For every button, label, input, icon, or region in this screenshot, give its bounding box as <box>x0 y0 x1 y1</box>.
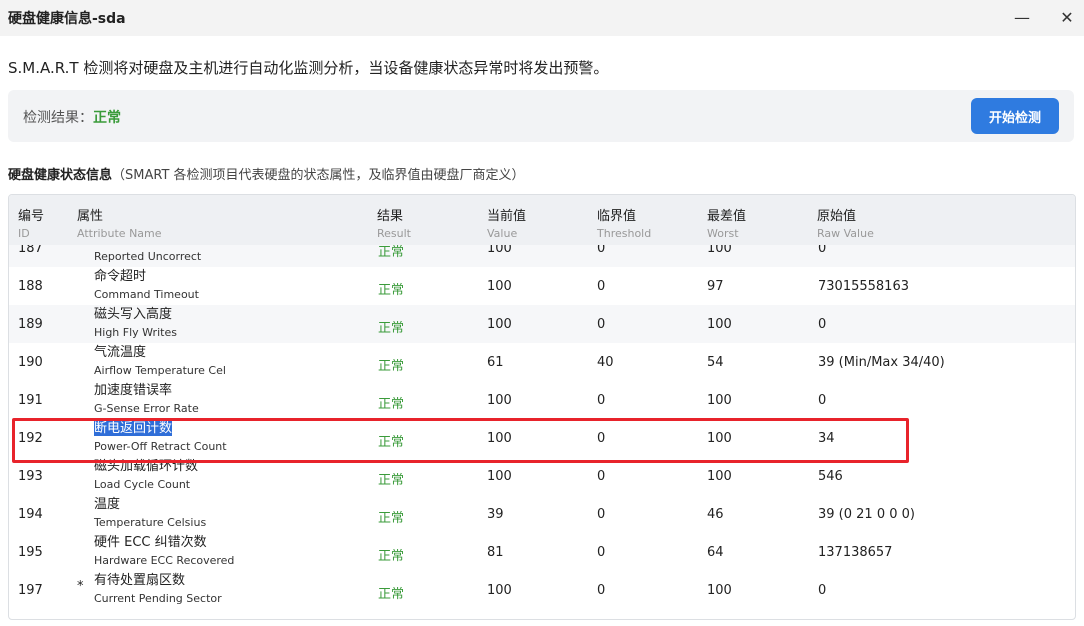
result-label: 检测结果：正常 <box>23 107 121 127</box>
row-worst: 100 <box>707 469 732 484</box>
row-result: 正常 <box>378 359 405 374</box>
col-header-worst[interactable]: 最差值 Worst <box>707 205 746 240</box>
row-id: 194 <box>18 507 43 522</box>
row-attribute: 硬件 ECC 纠错次数 Hardware ECC Recovered <box>94 535 235 567</box>
row-attribute: 断电返回计数 Power-Off Retract Count <box>94 421 227 453</box>
row-result: 正常 <box>378 397 405 412</box>
row-id: 190 <box>18 355 43 370</box>
result-label-text: 检测结果： <box>23 110 93 126</box>
table-row[interactable]: 191 加速度错误率 G-Sense Error Rate 正常 100 0 10… <box>9 381 1075 420</box>
table-row[interactable]: 190 气流温度 Airflow Temperature Cel 正常 61 40… <box>9 343 1075 382</box>
row-id: 197 <box>18 583 43 598</box>
row-result: 正常 <box>378 587 405 602</box>
table-row-selected[interactable]: 192 断电返回计数 Power-Off Retract Count 正常 100… <box>9 419 1075 458</box>
table-row[interactable]: 197 * 有待处置扇区数 Current Pending Sector 正常 1… <box>9 571 1075 609</box>
row-threshold: 0 <box>597 583 606 598</box>
row-threshold: 0 <box>597 545 606 560</box>
table-row[interactable]: 194 温度 Temperature Celsius 正常 39 0 46 39 … <box>9 495 1075 534</box>
row-worst: 100 <box>707 431 732 446</box>
row-value: 100 <box>487 583 512 598</box>
row-worst: 100 <box>707 583 732 598</box>
table-header: 编号 ID 属性 Attribute Name 结果 Result 当前值 Value … <box>9 195 1075 245</box>
row-attribute: 有待处置扇区数 Current Pending Sector <box>94 573 222 605</box>
row-raw-value: 73015558163 <box>818 279 909 294</box>
table-row[interactable]: 188 命令超时 Command Timeout 正常 100 0 97 7301… <box>9 267 1075 306</box>
row-attribute: 温度 Temperature Celsius <box>94 497 207 529</box>
close-icon[interactable]: ✕ <box>1053 4 1081 32</box>
row-worst: 100 <box>707 317 732 332</box>
row-result: 正常 <box>378 549 405 564</box>
section-heading: 硬盘健康状态信息 <box>8 168 113 183</box>
table-row[interactable]: 193 磁头加载循环计数 Load Cycle Count 正常 100 0 10… <box>9 457 1075 496</box>
start-check-button[interactable]: 开始检测 <box>971 98 1059 134</box>
row-value: 100 <box>487 279 512 294</box>
row-result: 正常 <box>378 321 405 336</box>
section-note: （SMART 各检测项目代表硬盘的状态属性，及临界值由硬盘厂商定义） <box>112 168 525 183</box>
row-attribute: 磁头写入高度 High Fly Writes <box>94 307 177 339</box>
minimize-icon[interactable]: — <box>1008 4 1036 32</box>
row-id: 195 <box>18 545 43 560</box>
row-raw-value: 0 <box>818 393 827 408</box>
row-worst: 46 <box>707 507 724 522</box>
row-raw-value: 34 <box>818 431 835 446</box>
result-panel: 检测结果：正常 开始检测 <box>8 90 1074 142</box>
row-raw-value: 137138657 <box>818 545 893 560</box>
row-result: 正常 <box>378 283 405 298</box>
row-id: 188 <box>18 279 43 294</box>
col-header-threshold[interactable]: 临界值 Threshold <box>597 205 651 240</box>
row-threshold: 0 <box>597 317 606 332</box>
col-header-raw-value[interactable]: 原始值 Raw Value <box>817 205 874 240</box>
row-result: 正常 <box>378 511 405 526</box>
row-value: 61 <box>487 355 504 370</box>
row-threshold: 0 <box>597 279 606 294</box>
row-raw-value: 39 (Min/Max 34/40) <box>818 355 945 370</box>
row-threshold: 0 <box>597 393 606 408</box>
row-id: 193 <box>18 469 43 484</box>
row-worst: 97 <box>707 279 724 294</box>
row-worst: 64 <box>707 545 724 560</box>
col-header-value[interactable]: 当前值 Value <box>487 205 526 240</box>
row-worst: 54 <box>707 355 724 370</box>
table-row[interactable]: 195 硬件 ECC 纠错次数 Hardware ECC Recovered 正常… <box>9 533 1075 572</box>
row-value: 100 <box>487 431 512 446</box>
row-worst: 100 <box>707 393 732 408</box>
row-raw-value: 0 <box>818 583 827 598</box>
smart-table[interactable]: 编号 ID 属性 Attribute Name 结果 Result 当前值 Value … <box>8 194 1076 620</box>
window-title: 硬盘健康信息-sda <box>8 11 126 27</box>
row-threshold: 0 <box>597 431 606 446</box>
row-marker: * <box>77 579 84 594</box>
row-threshold: 40 <box>597 355 614 370</box>
row-id: 191 <box>18 393 43 408</box>
row-attribute: 命令超时 Command Timeout <box>94 269 199 301</box>
title-bar: 硬盘健康信息-sda — ✕ <box>0 0 1084 36</box>
row-raw-value: 39 (0 21 0 0 0) <box>818 507 915 522</box>
table-row[interactable]: 189 磁头写入高度 High Fly Writes 正常 100 0 100 0 <box>9 305 1075 344</box>
row-raw-value: 546 <box>818 469 843 484</box>
section-title: 硬盘健康状态信息（SMART 各检测项目代表硬盘的状态属性，及临界值由硬盘厂商定… <box>8 164 525 183</box>
col-header-result[interactable]: 结果 Result <box>377 205 411 240</box>
col-header-id[interactable]: 编号 ID <box>18 205 44 240</box>
col-header-attribute[interactable]: 属性 Attribute Name <box>77 205 162 240</box>
row-value: 81 <box>487 545 504 560</box>
row-value: 100 <box>487 393 512 408</box>
row-threshold: 0 <box>597 507 606 522</box>
row-value: 100 <box>487 317 512 332</box>
row-attribute: 气流温度 Airflow Temperature Cel <box>94 345 226 377</box>
row-result: 正常 <box>378 435 405 450</box>
row-threshold: 0 <box>597 469 606 484</box>
smart-description: S.M.A.R.T 检测将对硬盘及主机进行自动化监测分析，当设备健康状态异常时将… <box>8 59 609 77</box>
row-id: 192 <box>18 431 43 446</box>
row-attribute: 加速度错误率 G-Sense Error Rate <box>94 383 199 415</box>
row-result: 正常 <box>378 473 405 488</box>
result-status: 正常 <box>93 110 121 126</box>
row-id: 189 <box>18 317 43 332</box>
selected-text: 断电返回计数 <box>94 421 173 436</box>
row-raw-value: 0 <box>818 317 827 332</box>
row-value: 100 <box>487 469 512 484</box>
row-value: 39 <box>487 507 504 522</box>
row-attribute: 磁头加载循环计数 Load Cycle Count <box>94 459 199 491</box>
